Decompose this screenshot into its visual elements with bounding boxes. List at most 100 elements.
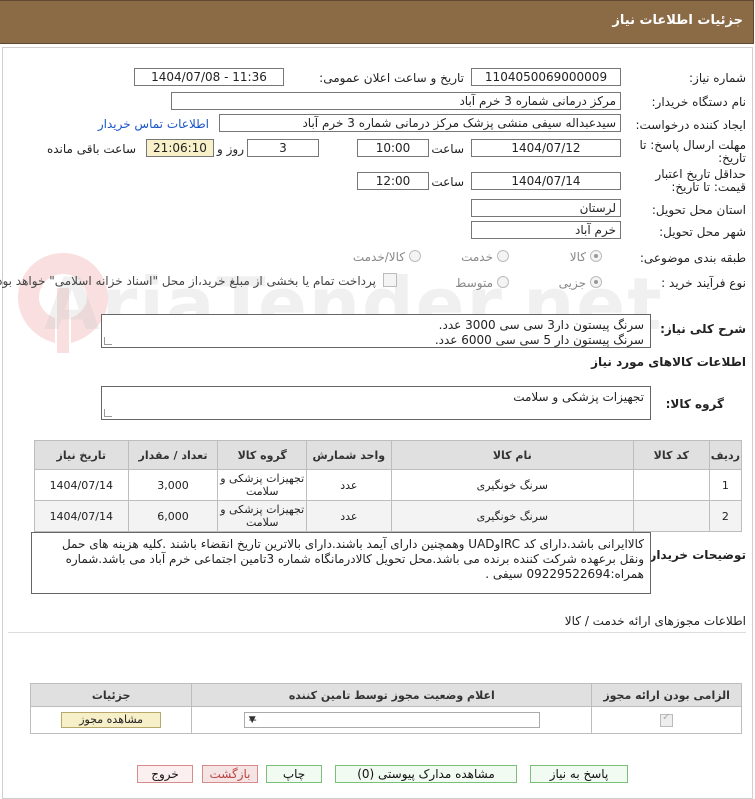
need-number-label: شماره نیاز: [690,71,747,85]
resize-handle-icon[interactable] [105,409,113,417]
items-table-header: ردیف کد کالا نام کالا واحد شمارش گروه کا… [35,440,744,470]
attachments-button[interactable]: مشاهده مدارک پیوستی (0) [336,765,518,783]
process-label: نوع فرآیند خرید : [662,276,747,290]
exit-button[interactable]: خروج [138,765,194,783]
cell-code [633,469,711,501]
reply-button[interactable]: پاسخ به نیاز [531,765,629,783]
permit-status-select[interactable]: -- ▼ [244,712,541,728]
back-button[interactable]: بازگشت [203,765,259,783]
requester-field: سیدعبداله سیفی منشی پزشک مرکز درمانی شما… [220,114,622,132]
divider [9,632,747,633]
validity-label: حداقل تاریخ اعتبار [656,167,747,181]
col-name: نام کالا [391,440,635,470]
category-option-service: خدمت [462,250,494,264]
category-radio-both[interactable] [410,250,422,262]
permits-table: الزامی بودن ارائه مجوز اعلام وضعیت مجوز … [30,683,743,734]
cell-qty: 3,000 [128,469,220,501]
city-label: شهر محل تحویل: [660,225,747,239]
deadline-time-label: ساعت [432,142,465,156]
buyer-notes-label: توضیحات خریدار: [645,548,747,562]
deadline-label-2: تاریخ: [719,151,747,165]
validity-date-field: 1404/07/14 [472,172,622,190]
view-permit-button[interactable]: مشاهده مجوز [62,712,163,728]
col-permit-details: جزئیات [30,683,194,707]
buyer-contact-link[interactable]: اطلاعات تماس خریدار [99,117,210,131]
payment-note: پرداخت تمام یا بخشی از مبلغ خرید،از محل … [0,274,377,288]
buyer-notes-text: کالاایرانی باشد.دارای کد IRCوUAD وهمچنین… [62,537,645,581]
cell-name: سرنگ خونگیری [391,469,635,501]
deadline-time-field: 10:00 [358,139,430,157]
days-label: روز و [218,142,245,156]
category-label: طبقه بندی موضوعی: [640,251,747,265]
cell-unit: عدد [306,500,393,532]
items-table: ردیف کد کالا نام کالا واحد شمارش گروه کا… [35,440,744,532]
cell-row: 1 [709,469,744,501]
permits-title: اطلاعات مجوزهای ارائه خدمت / کالا [565,614,747,628]
summary-line-1: سرنگ پیستون دار3 سی سی 3000 عدد. [439,318,645,332]
announce-date-label: تاریخ و ساعت اعلان عمومی: [320,71,465,85]
days-remaining-field: 3 [248,139,320,157]
chevron-down-icon: ▼ [249,715,257,725]
check-icon: ✓ [663,712,672,723]
process-option-medium: متوسط [456,276,494,290]
col-qty: تعداد / مقدار [128,440,220,470]
summary-line-2: سرنگ پیستون دار 5 سی سی 6000 عدد. [435,333,645,347]
table-row: 1 سرنگ خونگیری عدد تجهیزات پزشکی و سلامت… [35,469,744,501]
need-number-field: 1104050069000009 [472,68,622,86]
goods-group-label: گروه کالا: [666,397,725,411]
permit-status-cell: -- ▼ [192,706,594,734]
goods-info-title: اطلاعات کالاهای مورد نیاز [592,355,747,369]
col-group: گروه کالا [218,440,308,470]
cell-name: سرنگ خونگیری [391,500,635,532]
cell-code [633,500,711,532]
province-field: لرستان [472,199,622,217]
permit-required-cell: ✓ [592,706,743,734]
validity-time-label: ساعت [432,175,465,189]
remaining-time-label: ساعت باقی مانده [47,142,137,156]
col-permit-required: الزامی بودن ارائه مجوز [592,683,743,707]
cell-qty: 6,000 [128,500,220,532]
summary-textbox: سرنگ پیستون دار3 سی سی 3000 عدد. سرنگ پی… [102,314,652,348]
print-button[interactable]: چاپ [267,765,323,783]
cell-group: تجهیزات پزشکی و سلامت [218,500,308,532]
col-permit-status: اعلام وضعیت مجوز توسط تامین کننده [192,683,594,707]
remaining-time-field: 21:06:10 [147,139,215,157]
process-radio-minor[interactable] [591,276,603,288]
page-header: جزئیات اطلاعات نیاز [0,0,755,44]
cell-unit: عدد [306,469,393,501]
cell-row: 2 [709,500,744,532]
payment-checkbox[interactable] [384,273,398,287]
buyer-org-field: مرکز درمانی شماره 3 خرم آباد [172,92,622,110]
validity-time-field: 12:00 [358,172,430,190]
category-radio-goods[interactable] [591,250,603,262]
summary-label: شرح کلی نیاز: [661,322,747,336]
resize-handle-icon[interactable] [105,337,113,345]
buyer-notes-textbox: کالاایرانی باشد.دارای کد IRCوUAD وهمچنین… [32,532,652,594]
category-option-both: کالا/خدمت [353,250,406,264]
col-row: ردیف [709,440,744,470]
cell-date: 1404/07/14 [35,500,130,532]
goods-group-value: تجهیزات پزشکی و سلامت [514,390,645,404]
process-option-minor: جزیی [559,276,587,290]
announce-date-field: 1404/07/08 - 11:36 [135,68,285,86]
deadline-date-field: 1404/07/12 [472,139,622,157]
goods-group-textbox: تجهیزات پزشکی و سلامت [102,386,652,420]
permit-details-cell: مشاهده مجوز [30,706,194,734]
process-radio-medium[interactable] [498,276,510,288]
col-code: کد کالا [633,440,711,470]
buyer-org-label: نام دستگاه خریدار: [652,95,748,109]
deadline-label: مهلت ارسال پاسخ: تا [640,138,747,152]
category-option-goods: کالا [570,250,587,264]
col-date: تاریخ نیاز [35,440,130,470]
page-title: جزئیات اطلاعات نیاز [613,13,744,28]
province-label: استان محل تحویل: [652,203,747,217]
cell-date: 1404/07/14 [35,469,130,501]
category-radio-service[interactable] [498,250,510,262]
permits-table-header: الزامی بودن ارائه مجوز اعلام وضعیت مجوز … [30,683,743,707]
table-row: ✓ -- ▼ مشاهده مجوز [30,706,743,734]
permit-required-checkbox[interactable]: ✓ [661,712,675,727]
cell-group: تجهیزات پزشکی و سلامت [218,469,308,501]
city-field: خرم آباد [472,221,622,239]
validity-label-2: قیمت: تا تاریخ: [672,180,747,194]
table-row: 2 سرنگ خونگیری عدد تجهیزات پزشکی و سلامت… [35,500,744,532]
